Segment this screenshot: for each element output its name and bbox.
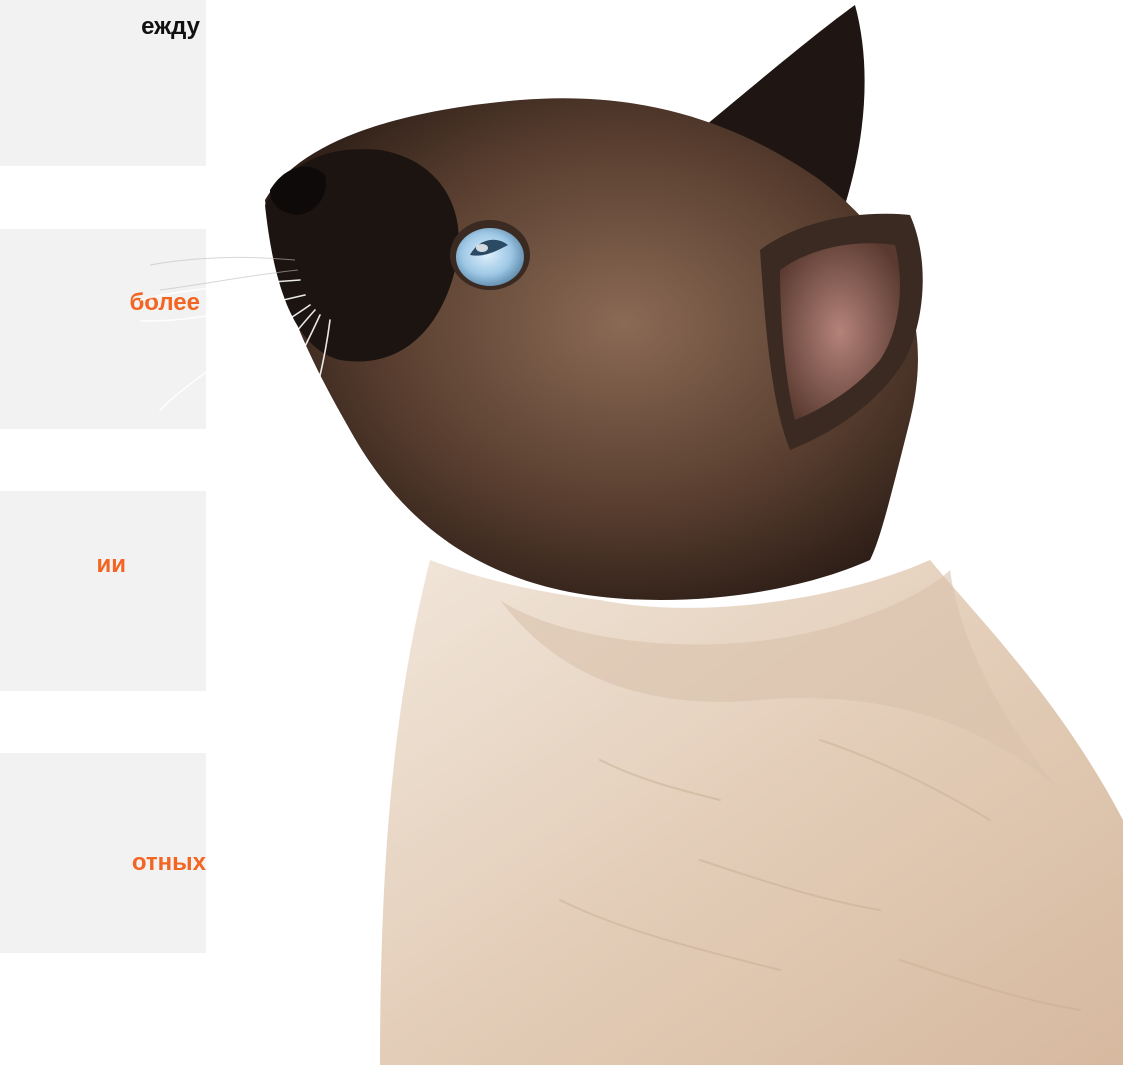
siamese-cat-photo (140, 5, 1123, 1065)
info-card-3-text: ии (96, 551, 126, 578)
